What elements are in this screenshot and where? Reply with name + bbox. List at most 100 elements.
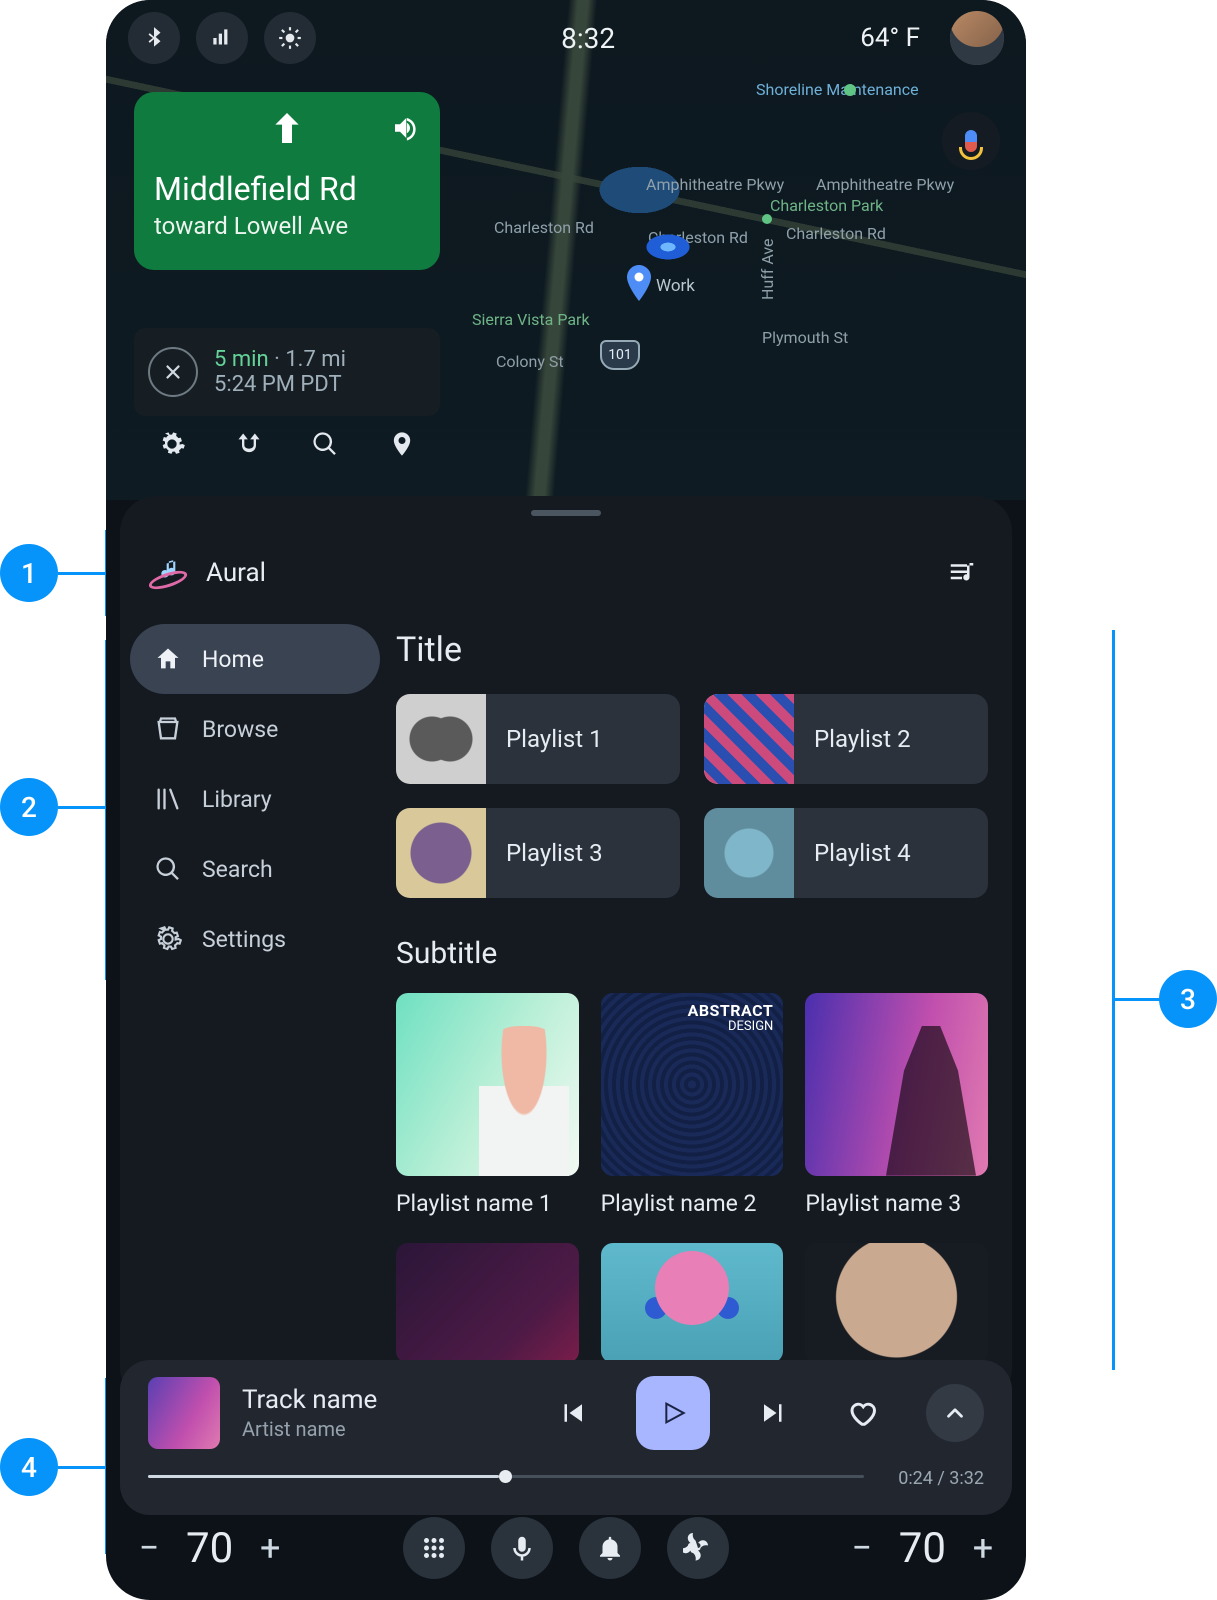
callout-lead — [58, 572, 108, 575]
playlist-tile-partial[interactable] — [396, 1243, 579, 1363]
playlist-tile[interactable]: Playlist name 2 — [601, 993, 784, 1217]
playlist-card[interactable]: Playlist 4 — [704, 808, 988, 898]
voice-assistant-button[interactable] — [942, 112, 1000, 170]
sidebar-item-settings[interactable]: Settings — [130, 904, 380, 974]
temp-up-button[interactable]: + — [255, 1527, 285, 1569]
app-bar: Aural — [120, 534, 1012, 612]
work-pin-icon[interactable] — [626, 265, 652, 301]
nav-pin-icon[interactable] — [388, 430, 416, 462]
playlist-tile-partial[interactable] — [805, 1243, 988, 1363]
sidebar-item-label: Settings — [202, 926, 286, 953]
temp-value: 70 — [899, 1524, 946, 1573]
nav-street-name: Middlefield Rd — [154, 170, 420, 208]
map-poi-label: Charleston Park — [770, 196, 883, 215]
playlist-tile[interactable]: Playlist name 1 — [396, 993, 579, 1217]
track-artist: Artist name — [242, 1417, 377, 1441]
callout-lead — [1112, 630, 1115, 1370]
playlist-label: Playlist 2 — [794, 725, 911, 753]
map-street-label: Charleston Rd — [494, 218, 594, 237]
progress-time: 0:24 / 3:32 — [898, 1468, 984, 1489]
playlist-cover — [601, 993, 784, 1176]
callout-badge-1: 1 — [0, 544, 58, 602]
map-street-label: Plymouth St — [762, 328, 848, 347]
media-panel: Aural Home Browse Library Sea — [120, 496, 1012, 1404]
sidebar-item-library[interactable]: Library — [130, 764, 380, 834]
browse-icon — [154, 715, 182, 743]
playlist-tile-partial[interactable] — [601, 1243, 784, 1363]
nav-search-icon[interactable] — [311, 430, 339, 462]
callout-badge-3: 3 — [1159, 970, 1217, 1028]
map-street-label: Amphitheatre Pkwy — [816, 175, 954, 194]
playlist-card[interactable]: Playlist 3 — [396, 808, 680, 898]
callout-lead — [58, 806, 108, 809]
arrow-up-icon — [206, 108, 368, 152]
weather-temp: 64° F — [860, 23, 920, 53]
playlist-caption: Playlist name 3 — [805, 1190, 988, 1217]
temp-up-button[interactable]: + — [968, 1527, 998, 1569]
drag-handle[interactable] — [531, 510, 601, 516]
poi-dot — [844, 84, 856, 96]
location-puck — [642, 232, 694, 262]
temp-down-button[interactable]: − — [134, 1527, 164, 1569]
signal-icon[interactable] — [196, 12, 248, 64]
progress-bar[interactable] — [148, 1475, 864, 1478]
nav-tools — [134, 420, 440, 472]
callout-lead — [1112, 998, 1162, 1001]
mic-button[interactable] — [491, 1517, 553, 1579]
map-street-label: Amphitheatre Pkwy — [646, 175, 784, 194]
next-button[interactable] — [750, 1389, 798, 1437]
now-playing-art[interactable] — [148, 1377, 220, 1449]
playlist-label: Playlist 1 — [486, 725, 603, 753]
playlist-card[interactable]: Playlist 1 — [396, 694, 680, 784]
poi-dot — [762, 214, 772, 224]
content-area: Title Playlist 1 Playlist 2 Playlist 3 P… — [396, 624, 988, 1404]
mic-icon — [965, 130, 977, 152]
nav-routes-icon[interactable] — [235, 430, 263, 462]
notifications-button[interactable] — [579, 1517, 641, 1579]
sidebar-item-browse[interactable]: Browse — [130, 694, 380, 764]
playlist-card[interactable]: Playlist 2 — [704, 694, 988, 784]
callout-lead — [58, 1466, 108, 1469]
apps-button[interactable] — [403, 1517, 465, 1579]
section-title: Title — [396, 630, 988, 670]
queue-button[interactable] — [942, 553, 982, 593]
prev-button[interactable] — [548, 1389, 596, 1437]
section-subtitle: Subtitle — [396, 936, 988, 971]
status-bar: 8:32 64° F — [106, 0, 1026, 76]
close-nav-button[interactable] — [148, 347, 198, 397]
callout-badge-4: 4 — [0, 1438, 58, 1496]
map-street-label: Charleston Rd — [786, 224, 886, 243]
gear-icon — [154, 925, 182, 953]
map-poi-label: Sierra Vista Park — [472, 310, 562, 329]
profile-avatar[interactable] — [950, 11, 1004, 65]
app-logo-icon — [150, 555, 186, 591]
sidebar-item-home[interactable]: Home — [130, 624, 380, 694]
favorite-button[interactable] — [838, 1389, 886, 1437]
nav-direction-card[interactable]: Middlefield Rd toward Lowell Ave — [134, 92, 440, 270]
home-icon — [154, 645, 182, 673]
climate-left: − 70 + — [134, 1524, 285, 1573]
playlist-label: Playlist 3 — [486, 839, 603, 867]
hwy-shield: 101 — [600, 340, 640, 370]
sidebar-nav: Home Browse Library Search Settings — [130, 624, 380, 974]
sidebar-item-search[interactable]: Search — [130, 834, 380, 904]
progress-thumb[interactable] — [499, 1470, 512, 1483]
nav-eta-chip[interactable]: 5 min · 1.7 mi 5:24 PM PDT — [134, 328, 440, 416]
sidebar-item-label: Search — [202, 856, 273, 883]
bluetooth-icon[interactable] — [128, 12, 180, 64]
volume-icon[interactable] — [390, 113, 420, 147]
map-street-label: Huff Ave — [758, 238, 777, 300]
fan-button[interactable] — [667, 1517, 729, 1579]
play-button[interactable] — [636, 1376, 710, 1450]
eta-arrival: 5:24 PM PDT — [214, 372, 346, 397]
nav-settings-icon[interactable] — [158, 430, 186, 462]
playlist-art — [704, 808, 794, 898]
climate-right: − 70 + — [847, 1524, 998, 1573]
search-icon — [154, 855, 182, 883]
playlist-tile[interactable]: Playlist name 3 — [805, 993, 988, 1217]
eta-line1: 5 min · 1.7 mi — [214, 347, 346, 372]
work-pin-label: Work — [656, 276, 695, 296]
expand-player-button[interactable] — [926, 1384, 984, 1442]
temp-down-button[interactable]: − — [847, 1527, 877, 1569]
brightness-icon[interactable] — [264, 12, 316, 64]
